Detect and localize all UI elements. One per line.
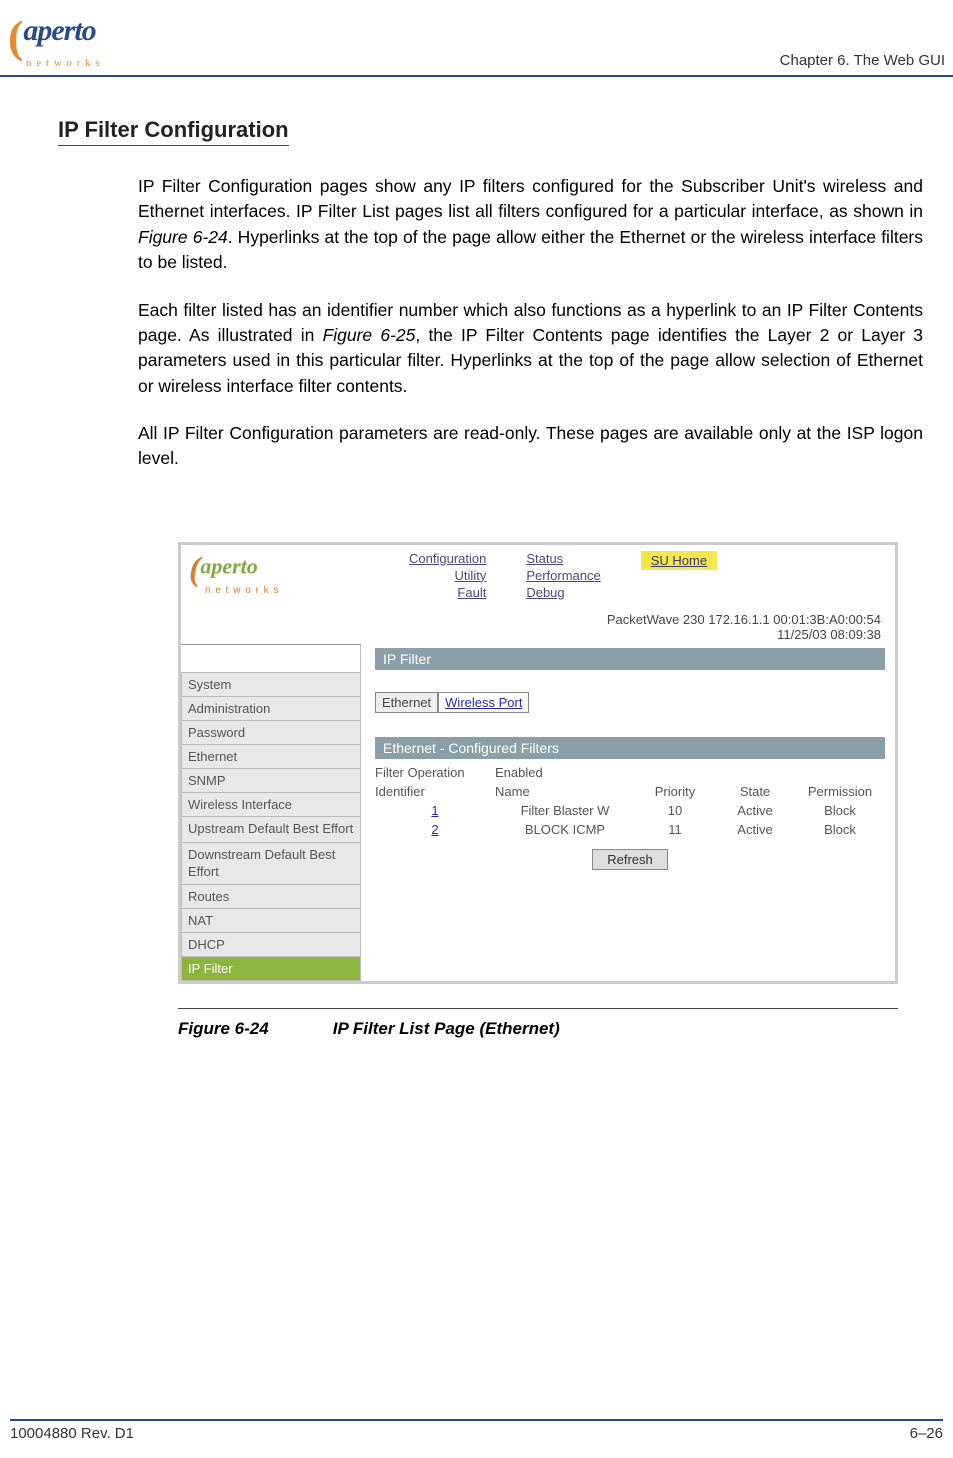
section-title: IP Filter Configuration bbox=[58, 117, 289, 146]
filter-operation-value: Enabled bbox=[495, 765, 635, 780]
page-content: IP Filter Configuration IP Filter Config… bbox=[0, 77, 953, 1039]
nav-fault[interactable]: Fault bbox=[409, 585, 486, 600]
logo-subtext: n e t w o r k s bbox=[26, 57, 101, 69]
p1-text-a: IP Filter Configuration pages show any I… bbox=[138, 176, 923, 221]
figure-ref-6-25: Figure 6-25 bbox=[323, 325, 416, 345]
nav-debug[interactable]: Debug bbox=[526, 585, 600, 600]
col-state: State bbox=[715, 784, 795, 799]
interface-tabs: EthernetWireless Port bbox=[375, 692, 885, 713]
filter-state: Active bbox=[715, 803, 795, 818]
col-permission: Permission bbox=[795, 784, 885, 799]
filter-permission: Block bbox=[795, 803, 885, 818]
screenshot-ip-filter-list: (aperto n e t w o r k s Configuration Ut… bbox=[178, 542, 898, 985]
panel-header: Ethernet - Configured Filters bbox=[375, 737, 885, 759]
sidebar-item-nat[interactable]: NAT bbox=[181, 909, 361, 933]
page-footer: 10004880 Rev. D1 6–26 bbox=[10, 1419, 943, 1442]
sidebar: System Administration Password Ethernet … bbox=[181, 644, 361, 982]
nav-utility[interactable]: Utility bbox=[409, 568, 486, 583]
sidebar-item-system[interactable]: System bbox=[181, 673, 361, 697]
ss-logo-paren-icon: ( bbox=[189, 551, 200, 588]
refresh-button[interactable]: Refresh bbox=[592, 849, 668, 870]
col-name: Name bbox=[495, 784, 635, 799]
figure-ref-6-24: Figure 6-24 bbox=[138, 227, 228, 247]
device-info-line2: 11/25/03 08:09:38 bbox=[181, 627, 881, 642]
ss-logo-text: aperto bbox=[200, 553, 257, 578]
filter-operation-label: Filter Operation bbox=[375, 765, 495, 780]
col-identifier: Identifier bbox=[375, 784, 495, 799]
table-row: 1 Filter Blaster W 10 Active Block bbox=[375, 801, 885, 820]
tab-wireless-port[interactable]: Wireless Port bbox=[438, 692, 529, 713]
main-pane: IP Filter EthernetWireless Port Ethernet… bbox=[361, 644, 895, 982]
paragraph-3: All IP Filter Configuration parameters a… bbox=[138, 421, 923, 472]
screenshot-logo: (aperto n e t w o r k s bbox=[189, 551, 369, 596]
col-priority: Priority bbox=[635, 784, 715, 799]
sidebar-spacer bbox=[181, 645, 361, 673]
filter-priority: 11 bbox=[635, 822, 715, 837]
figure-title: IP Filter List Page (Ethernet) bbox=[333, 1019, 560, 1038]
paragraph-1: IP Filter Configuration pages show any I… bbox=[138, 174, 923, 276]
sidebar-item-ethernet[interactable]: Ethernet bbox=[181, 745, 361, 769]
figure-caption: Figure 6-24 IP Filter List Page (Etherne… bbox=[178, 1008, 898, 1039]
sidebar-item-wireless-interface[interactable]: Wireless Interface bbox=[181, 793, 361, 817]
logo-paren-icon: ( bbox=[8, 11, 23, 62]
figure-6-24: (aperto n e t w o r k s Configuration Ut… bbox=[178, 542, 898, 1040]
ss-logo-sub: n e t w o r k s bbox=[205, 585, 369, 596]
screenshot-header: (aperto n e t w o r k s Configuration Ut… bbox=[181, 545, 895, 606]
doc-revision: 10004880 Rev. D1 bbox=[10, 1425, 134, 1442]
filter-name: BLOCK ICMP bbox=[495, 822, 635, 837]
sidebar-item-dhcp[interactable]: DHCP bbox=[181, 933, 361, 957]
table-row: 2 BLOCK ICMP 11 Active Block bbox=[375, 820, 885, 839]
su-home-link[interactable]: SU Home bbox=[651, 553, 707, 568]
sidebar-item-routes[interactable]: Routes bbox=[181, 885, 361, 909]
breadcrumb: IP Filter bbox=[375, 648, 885, 670]
filter-name: Filter Blaster W bbox=[495, 803, 635, 818]
sidebar-item-snmp[interactable]: SNMP bbox=[181, 769, 361, 793]
top-nav: Configuration Utility Fault Status Perfo… bbox=[409, 551, 887, 600]
page-header: (aperto n e t w o r k s Chapter 6. The W… bbox=[0, 0, 953, 77]
filter-id-link-1[interactable]: 1 bbox=[375, 803, 495, 818]
sidebar-item-upstream-best-effort[interactable]: Upstream Default Best Effort bbox=[181, 817, 361, 843]
su-home-box[interactable]: SU Home bbox=[641, 551, 717, 570]
sidebar-item-ip-filter[interactable]: IP Filter bbox=[181, 957, 361, 981]
tab-ethernet[interactable]: Ethernet bbox=[375, 692, 438, 713]
sidebar-item-downstream-best-effort[interactable]: Downstream Default Best Effort bbox=[181, 843, 361, 886]
filter-state: Active bbox=[715, 822, 795, 837]
nav-status[interactable]: Status bbox=[526, 551, 600, 566]
aperto-logo: (aperto n e t w o r k s bbox=[8, 10, 101, 69]
device-info: PacketWave 230 172.16.1.1 00:01:3B:A0:00… bbox=[181, 606, 895, 644]
sidebar-item-password[interactable]: Password bbox=[181, 721, 361, 745]
figure-number: Figure 6-24 bbox=[178, 1019, 328, 1039]
device-info-line1: PacketWave 230 172.16.1.1 00:01:3B:A0:00… bbox=[181, 612, 881, 627]
filter-priority: 10 bbox=[635, 803, 715, 818]
nav-performance[interactable]: Performance bbox=[526, 568, 600, 583]
logo-text: aperto bbox=[23, 14, 95, 47]
nav-configuration[interactable]: Configuration bbox=[409, 551, 486, 566]
filter-permission: Block bbox=[795, 822, 885, 837]
filter-table: Filter Operation Enabled Identifier Name… bbox=[375, 763, 885, 839]
p1-text-b: . Hyperlinks at the top of the page allo… bbox=[138, 227, 923, 272]
sidebar-item-administration[interactable]: Administration bbox=[181, 697, 361, 721]
chapter-label: Chapter 6. The Web GUI bbox=[780, 52, 945, 69]
filter-id-link-2[interactable]: 2 bbox=[375, 822, 495, 837]
page-number: 6–26 bbox=[910, 1425, 943, 1442]
paragraph-2: Each filter listed has an identifier num… bbox=[138, 298, 923, 400]
